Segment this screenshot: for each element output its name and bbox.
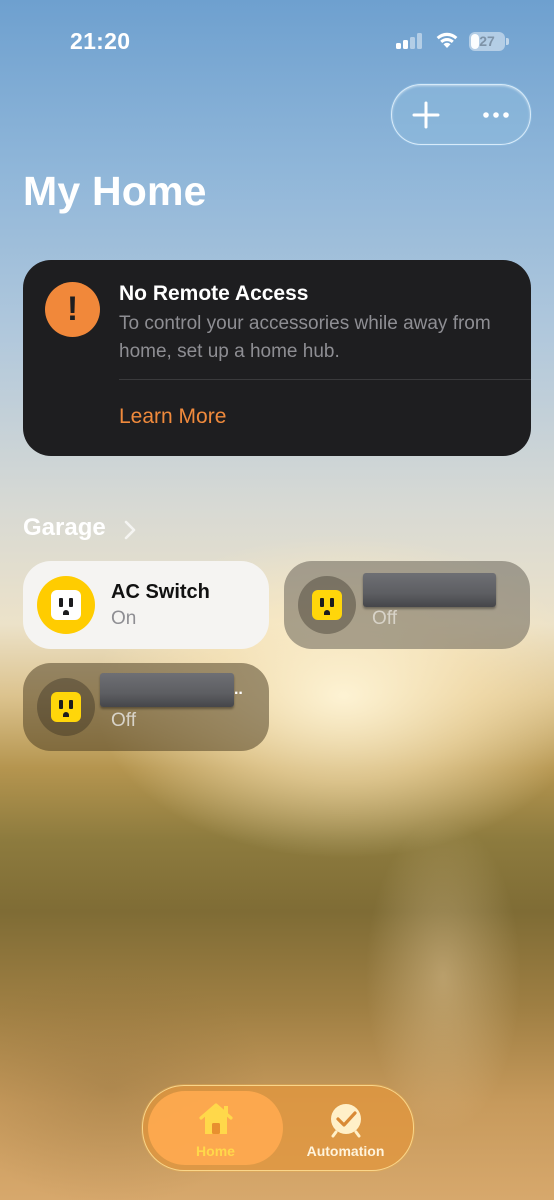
outlet-icon <box>51 692 81 722</box>
outlet-icon-wrap[interactable] <box>37 576 95 634</box>
ellipsis-icon <box>483 112 509 118</box>
accessory-name: AC Switch <box>111 581 210 603</box>
tab-label: Home <box>196 1143 235 1159</box>
tab-label: Automation <box>306 1143 385 1159</box>
redacted-accessory-name <box>363 573 496 607</box>
add-button[interactable] <box>406 95 446 135</box>
status-time: 21:20 <box>70 28 131 54</box>
more-button[interactable] <box>476 95 516 135</box>
accessory-status: Off <box>372 608 397 629</box>
alert-title: No Remote Access <box>119 282 309 305</box>
accessory-tile-ac-switch[interactable]: AC Switch On <box>23 561 269 649</box>
top-actions-group <box>391 84 531 145</box>
outlet-icon <box>51 590 81 620</box>
cellular-signal-icon <box>396 33 424 49</box>
outlet-icon <box>312 590 342 620</box>
clock-checkmark-icon <box>330 1104 361 1138</box>
learn-more-link[interactable]: Learn More <box>119 405 226 429</box>
accessory-tile[interactable]: Off <box>284 561 530 649</box>
accessory-status: Off <box>111 710 136 731</box>
wifi-icon <box>436 32 458 48</box>
tab-home[interactable]: Home <box>148 1091 283 1165</box>
status-bar: 21:20 27 <box>0 0 554 80</box>
accessory-status: On <box>111 608 137 629</box>
house-icon <box>198 1103 233 1134</box>
battery-nub <box>506 38 509 45</box>
redacted-accessory-name <box>100 673 234 707</box>
remote-access-alert-card: ! No Remote Access To control your acces… <box>23 260 531 456</box>
battery-level: 27 <box>479 33 495 49</box>
chevron-right-icon <box>124 520 136 540</box>
battery-icon: 27 <box>469 32 505 51</box>
exclamation-icon: ! <box>45 282 100 337</box>
accessory-tile[interactable]: ·· Off <box>23 663 269 751</box>
tab-bar: Home Automation <box>142 1085 414 1171</box>
alert-divider <box>119 379 531 380</box>
section-title: Garage <box>23 514 106 541</box>
alert-body: To control your accessories while away f… <box>119 313 491 362</box>
section-header-garage[interactable]: Garage <box>23 514 136 546</box>
outlet-icon-wrap[interactable] <box>37 678 95 736</box>
page-title: My Home <box>23 168 207 214</box>
tab-automation[interactable]: Automation <box>283 1091 408 1165</box>
outlet-icon-wrap[interactable] <box>298 576 356 634</box>
plus-icon <box>412 101 440 129</box>
truncation-ellipsis: ·· <box>234 685 244 702</box>
